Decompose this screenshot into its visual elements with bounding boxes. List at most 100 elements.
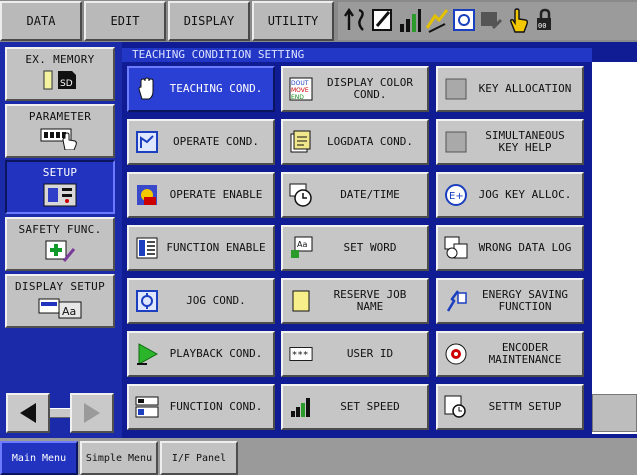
wrong-data-icon: [444, 236, 468, 260]
jog-key-icon: E+: [444, 183, 468, 207]
button-label: OPERATE ENABLE: [169, 188, 263, 201]
svg-text:SD: SD: [60, 79, 73, 89]
svg-text:MOVE: MOVE: [291, 87, 309, 94]
sidebar-item-ex-memory[interactable]: EX. MEMORY SD: [5, 47, 115, 101]
button-label: DISPLAY COLOR COND.: [326, 76, 414, 101]
sidebar-item-label: PARAMETER: [28, 110, 92, 123]
window-title: TEACHING CONDITION SETTING: [122, 48, 592, 62]
button-label: WRONG DATA LOG: [478, 241, 572, 254]
key-allocation-button[interactable]: KEY ALLOCATION: [436, 66, 584, 112]
hand-icon: [135, 77, 159, 101]
svg-text:Aa: Aa: [62, 305, 76, 318]
energy-saving-function-button[interactable]: ENERGY SAVING FUNCTION: [436, 278, 584, 324]
menu-data[interactable]: DATA: [0, 1, 82, 41]
button-label: KEY ALLOCATION: [478, 82, 572, 95]
function-enable-button[interactable]: FUNCTION ENABLE: [127, 225, 275, 271]
arrow-right-icon: [84, 403, 100, 423]
button-label: SETTM SETUP: [488, 400, 562, 413]
key-help-icon: [444, 130, 468, 154]
button-label: RESERVE JOB NAME: [333, 288, 407, 313]
safety-icon: [45, 240, 76, 262]
monitor-arrow-icon: [478, 5, 504, 35]
hand-pointer-icon: [505, 5, 531, 35]
wrong-data-log-button[interactable]: WRONG DATA LOG: [436, 225, 584, 271]
svg-text:00: 00: [538, 22, 546, 30]
menu-display[interactable]: DISPLAY: [168, 1, 250, 41]
svg-text:E+: E+: [449, 191, 464, 202]
tab-main-menu[interactable]: Main Menu: [0, 441, 78, 475]
button-label: ENCODER MAINTENANCE: [488, 341, 562, 366]
button-label: LOGDATA COND.: [326, 135, 414, 148]
menu-edit[interactable]: EDIT: [84, 1, 166, 41]
parameter-hand-icon: [40, 128, 77, 150]
energy-icon: [444, 289, 468, 313]
function-cond-button[interactable]: FUNCTION COND.: [127, 384, 275, 430]
playback-icon: [135, 342, 159, 366]
security-lock-icon: 00: [532, 5, 558, 35]
logdata-cond-button[interactable]: LOGDATA COND.: [281, 119, 429, 165]
button-label: FUNCTION COND.: [169, 400, 263, 413]
sidebar-item-label: SETUP: [42, 166, 78, 179]
set-speed-button[interactable]: SET SPEED: [281, 384, 429, 430]
button-label: FUNCTION ENABLE: [166, 241, 266, 254]
button-label: USER ID: [346, 347, 394, 360]
button-label: TEACHING COND.: [169, 82, 263, 95]
logdata-icon: [289, 130, 313, 154]
page-connector: [50, 408, 70, 418]
button-label: JOG COND.: [186, 294, 246, 307]
button-label: SIMULTANEOUS KEY HELP: [485, 129, 565, 154]
clock-icon: [289, 183, 313, 207]
svg-text:DOUT: DOUT: [291, 80, 309, 87]
jog-key-alloc-button[interactable]: E+ JOG KEY ALLOC.: [436, 172, 584, 218]
set-word-button[interactable]: Aa SET WORD: [281, 225, 429, 271]
svg-text:END: END: [291, 94, 304, 101]
robot-speed-icon: [424, 5, 450, 35]
sidebar-item-safety-func[interactable]: SAFETY FUNC.: [5, 217, 115, 271]
display-color-cond-button[interactable]: DOUT MOVE END DISPLAY COLOR COND.: [281, 66, 429, 112]
user-id-button[interactable]: *** USER ID: [281, 331, 429, 377]
button-label: ENERGY SAVING FUNCTION: [481, 288, 569, 313]
sidebar-item-display-setup[interactable]: DISPLAY SETUP Aa: [5, 274, 115, 328]
signal-bars-icon: [397, 5, 423, 35]
jog-cond-button[interactable]: JOG COND.: [127, 278, 275, 324]
sd-card-icon: SD: [43, 70, 76, 90]
setup-icon: [43, 183, 77, 207]
sidebar-item-label: DISPLAY SETUP: [15, 280, 105, 293]
sidebar-item-setup[interactable]: SETUP: [5, 160, 115, 214]
menu-utility[interactable]: UTILITY: [252, 1, 334, 41]
reserve-job-name-button[interactable]: RESERVE JOB NAME: [281, 278, 429, 324]
button-label: OPERATE COND.: [172, 135, 260, 148]
operate-cond-button[interactable]: OPERATE COND.: [127, 119, 275, 165]
window-content-area: [592, 62, 637, 434]
button-label: PLAYBACK COND.: [169, 347, 263, 360]
operate-icon: [135, 130, 159, 154]
function-icon: [135, 395, 159, 419]
encoder-maintenance-button[interactable]: ENCODER MAINTENANCE: [436, 331, 584, 377]
next-page-button[interactable]: [70, 393, 114, 433]
settm-icon: [444, 395, 468, 419]
teach-mode-icon: [451, 5, 477, 35]
color-icon: DOUT MOVE END: [289, 77, 313, 101]
key-icon: [444, 77, 468, 101]
button-label: DATE/TIME: [340, 188, 400, 201]
simultaneous-key-help-button[interactable]: SIMULTANEOUS KEY HELP: [436, 119, 584, 165]
playback-cond-button[interactable]: PLAYBACK COND.: [127, 331, 275, 377]
teaching-cond-button[interactable]: TEACHING COND.: [127, 66, 275, 112]
svg-text:Aa: Aa: [297, 240, 307, 249]
date-time-button[interactable]: DATE/TIME: [281, 172, 429, 218]
arrow-left-icon: [20, 403, 36, 423]
set-word-icon: Aa: [289, 236, 313, 260]
operate-enable-icon: [135, 183, 159, 207]
edit-icon: [370, 5, 396, 35]
operate-enable-button[interactable]: OPERATE ENABLE: [127, 172, 275, 218]
button-label: JOG KEY ALLOC.: [478, 188, 572, 201]
settm-setup-button[interactable]: SETTM SETUP: [436, 384, 584, 430]
sidebar-item-parameter[interactable]: PARAMETER: [5, 104, 115, 158]
svg-text:***: ***: [292, 350, 309, 361]
tab-simple-menu[interactable]: Simple Menu: [80, 441, 158, 475]
previous-page-button[interactable]: [6, 393, 50, 433]
function-enable-icon: [135, 236, 159, 260]
tab-if-panel[interactable]: I/F Panel: [160, 441, 238, 475]
sidebar-item-label: EX. MEMORY: [25, 53, 95, 66]
sidebar-item-label: SAFETY FUNC.: [18, 223, 102, 236]
